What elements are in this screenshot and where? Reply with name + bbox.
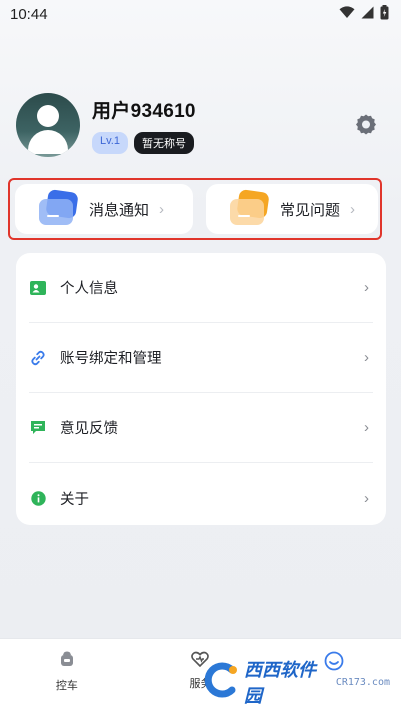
tab-label: 控车 xyxy=(55,680,78,692)
menu-item-personal-info[interactable]: 个人信息 › xyxy=(29,253,373,323)
wifi-icon xyxy=(339,5,355,23)
chevron-right-icon: › xyxy=(159,200,165,218)
car-control-icon xyxy=(59,651,75,674)
status-time: 10:44 xyxy=(10,5,48,23)
link-icon xyxy=(29,349,47,367)
faq-label: 常见问题 xyxy=(280,201,341,219)
id-card-icon xyxy=(29,279,47,297)
menu-item-label: 关于 xyxy=(60,491,89,508)
menu-item-label: 账号绑定和管理 xyxy=(60,351,162,367)
watermark-c-icon xyxy=(200,660,240,705)
chevron-right-icon: › xyxy=(364,419,369,436)
faq-cards-icon xyxy=(228,189,278,227)
menu-item-feedback[interactable]: 意见反馈 › xyxy=(29,393,373,463)
avatar[interactable] xyxy=(16,93,80,157)
avatar-body xyxy=(28,130,68,154)
chevron-right-icon: › xyxy=(350,200,356,218)
profile-header: 用户934610 Lv.1 暂无称号 xyxy=(16,92,386,158)
feedback-icon xyxy=(29,419,47,437)
signal-icon xyxy=(361,6,374,23)
settings-menu: 个人信息 › 账号绑定和管理 › 意见反馈 › 关于 › xyxy=(16,253,386,525)
menu-item-label: 个人信息 xyxy=(60,281,118,297)
message-notification-label: 消息通知 xyxy=(89,201,150,219)
avatar-head xyxy=(37,105,59,127)
status-icons xyxy=(339,4,389,24)
chevron-right-icon: › xyxy=(364,489,369,507)
status-bar: 10:44 xyxy=(0,0,401,28)
watermark-text: 西西软件园 xyxy=(244,660,316,707)
watermark-logo: 西西软件园 CR173.com xyxy=(200,660,390,707)
tab-car-control[interactable]: 控车 xyxy=(27,651,107,713)
menu-item-account-binding[interactable]: 账号绑定和管理 › xyxy=(29,323,373,393)
info-icon xyxy=(29,489,47,507)
faq-card[interactable]: 常见问题 › xyxy=(206,184,378,234)
username: 用户934610 xyxy=(92,101,196,122)
settings-button[interactable] xyxy=(353,114,379,140)
watermark-subtext: CR173.com xyxy=(335,676,390,688)
profile-info: 用户934610 Lv.1 暂无称号 xyxy=(92,96,196,154)
battery-icon xyxy=(380,4,389,24)
message-notification-card[interactable]: 消息通知 › xyxy=(15,184,193,234)
chevron-right-icon: › xyxy=(364,349,369,366)
quick-actions-highlight: 消息通知 › 常见问题 › xyxy=(8,178,382,240)
menu-item-label: 意见反馈 xyxy=(60,421,118,437)
level-badge: Lv.1 xyxy=(92,132,128,154)
gear-icon xyxy=(354,113,378,142)
menu-item-about[interactable]: 关于 › xyxy=(29,463,373,533)
title-badge: 暂无称号 xyxy=(133,132,194,154)
chevron-right-icon: › xyxy=(364,279,369,296)
profile-badges: Lv.1 暂无称号 xyxy=(92,132,196,154)
message-cards-icon xyxy=(37,189,87,227)
